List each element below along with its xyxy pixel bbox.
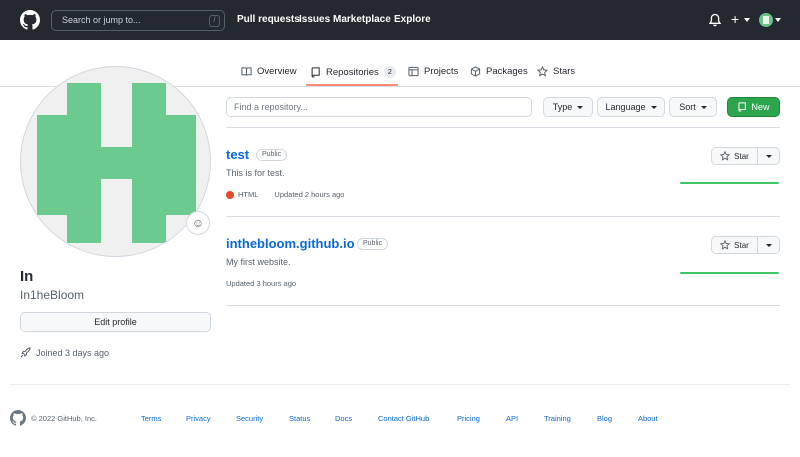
tab-stars[interactable]: Stars <box>537 66 575 77</box>
repo-updated: Updated 2 hours ago <box>274 190 345 199</box>
table-icon <box>408 66 419 77</box>
divider <box>226 305 780 306</box>
search-placeholder: Search or jump to... <box>62 15 141 25</box>
new-repository-button[interactable]: New <box>727 97 780 117</box>
nav-marketplace[interactable]: Marketplace <box>333 14 391 25</box>
avatar[interactable] <box>759 13 773 27</box>
chevron-down-icon <box>700 105 707 109</box>
visibility-badge: Public <box>357 238 389 250</box>
sort-filter-label: Sort <box>679 102 696 112</box>
footer-link-contact[interactable]: Contact GitHub <box>378 414 429 423</box>
chevron-down-icon <box>577 105 584 109</box>
tab-overview[interactable]: Overview <box>241 66 297 77</box>
footer-link-security[interactable]: Security <box>236 414 263 423</box>
identicon-image <box>37 83 196 243</box>
tab-stars-label: Stars <box>553 66 576 77</box>
footer-link-pricing[interactable]: Pricing <box>457 414 480 423</box>
plus-icon[interactable]: + <box>731 12 739 26</box>
book-icon <box>241 67 252 76</box>
sort-filter-button[interactable]: Sort <box>669 97 717 117</box>
star-icon <box>537 66 548 77</box>
visibility-badge: Public <box>256 149 288 161</box>
active-tab-underline <box>306 84 398 86</box>
repo-meta: Updated 3 hours ago <box>226 279 296 288</box>
avatar-chevron-down-icon[interactable] <box>775 18 781 22</box>
repo-icon <box>738 102 747 112</box>
repo-icon <box>311 66 320 77</box>
nav-pull-requests[interactable]: Pull requests <box>237 14 300 25</box>
footer-link-docs[interactable]: Docs <box>335 414 352 423</box>
divider <box>226 127 780 128</box>
profile-name: In <box>20 268 34 285</box>
language-filter-button[interactable]: Language <box>597 97 665 117</box>
top-header: Search or jump to... / Pull requests Iss… <box>0 0 800 40</box>
star-list-dropdown[interactable] <box>758 154 779 158</box>
language-color-dot <box>226 190 234 199</box>
tab-projects[interactable]: Projects <box>408 66 458 77</box>
activity-sparkline <box>680 272 779 274</box>
type-filter-button[interactable]: Type <box>543 97 593 117</box>
divider <box>226 216 780 217</box>
profile-username: In1heBloom <box>20 288 85 302</box>
repo-description: This is for test. <box>226 168 285 178</box>
tab-packages[interactable]: Packages <box>470 66 528 77</box>
footer-link-privacy[interactable]: Privacy <box>186 414 211 423</box>
tab-overview-label: Overview <box>257 66 297 77</box>
star-icon <box>720 240 731 250</box>
star-label: Star <box>734 240 749 250</box>
nav-issues[interactable]: Issues <box>299 14 330 25</box>
slash-key-hint: / <box>209 15 220 27</box>
footer-link-status[interactable]: Status <box>289 414 310 423</box>
profile-avatar[interactable] <box>20 66 211 257</box>
star-button[interactable]: Star <box>711 236 780 254</box>
tab-projects-label: Projects <box>424 66 459 77</box>
tab-packages-label: Packages <box>486 66 528 77</box>
bell-icon[interactable] <box>709 13 721 27</box>
new-button-label: New <box>751 102 770 112</box>
repo-meta: HTML Updated 2 hours ago <box>226 190 344 199</box>
footer-copyright: © 2022 GitHub, Inc. <box>31 414 97 423</box>
repo-language: HTML <box>238 190 259 199</box>
find-repository-input[interactable]: Find a repository... <box>226 97 532 117</box>
package-icon <box>470 66 481 77</box>
set-status-smiley-icon[interactable]: ☺ <box>186 211 210 235</box>
rocket-icon <box>20 347 31 358</box>
tab-repositories[interactable]: Repositories 2 <box>310 66 396 78</box>
edit-profile-button[interactable]: Edit profile <box>20 312 211 332</box>
footer-link-blog[interactable]: Blog <box>597 414 612 423</box>
repositories-count-badge: 2 <box>383 66 396 78</box>
repo-name-link[interactable]: test <box>226 147 249 162</box>
star-list-dropdown[interactable] <box>758 243 779 247</box>
chevron-down-icon <box>650 105 657 109</box>
footer-link-api[interactable]: API <box>506 414 518 423</box>
repo-updated: Updated 3 hours ago <box>226 279 297 288</box>
language-filter-label: Language <box>605 102 646 112</box>
footer-divider <box>10 384 790 385</box>
chevron-down-icon <box>765 154 772 158</box>
repo-description: My first website. <box>226 257 291 267</box>
star-label: Star <box>734 151 749 161</box>
joined-text: Joined 3 days ago <box>36 347 110 358</box>
chevron-down-icon <box>765 243 772 247</box>
type-filter-label: Type <box>552 102 573 112</box>
find-repository-placeholder: Find a repository... <box>234 102 308 112</box>
joined-info: Joined 3 days ago <box>20 347 109 358</box>
footer-link-about[interactable]: About <box>638 414 658 423</box>
footer-link-terms[interactable]: Terms <box>141 414 161 423</box>
nav-explore[interactable]: Explore <box>394 14 431 25</box>
footer-link-training[interactable]: Training <box>544 414 571 423</box>
plus-chevron-down-icon[interactable] <box>744 18 750 22</box>
github-logo-icon[interactable] <box>20 10 40 30</box>
tab-repositories-label: Repositories <box>326 66 379 78</box>
search-input[interactable]: Search or jump to... / <box>51 10 225 31</box>
activity-sparkline <box>680 182 779 184</box>
repo-name-link[interactable]: inthebloom.github.io <box>226 236 355 251</box>
github-logo-icon[interactable] <box>10 410 26 426</box>
star-button[interactable]: Star <box>711 147 780 165</box>
star-icon <box>720 151 731 161</box>
